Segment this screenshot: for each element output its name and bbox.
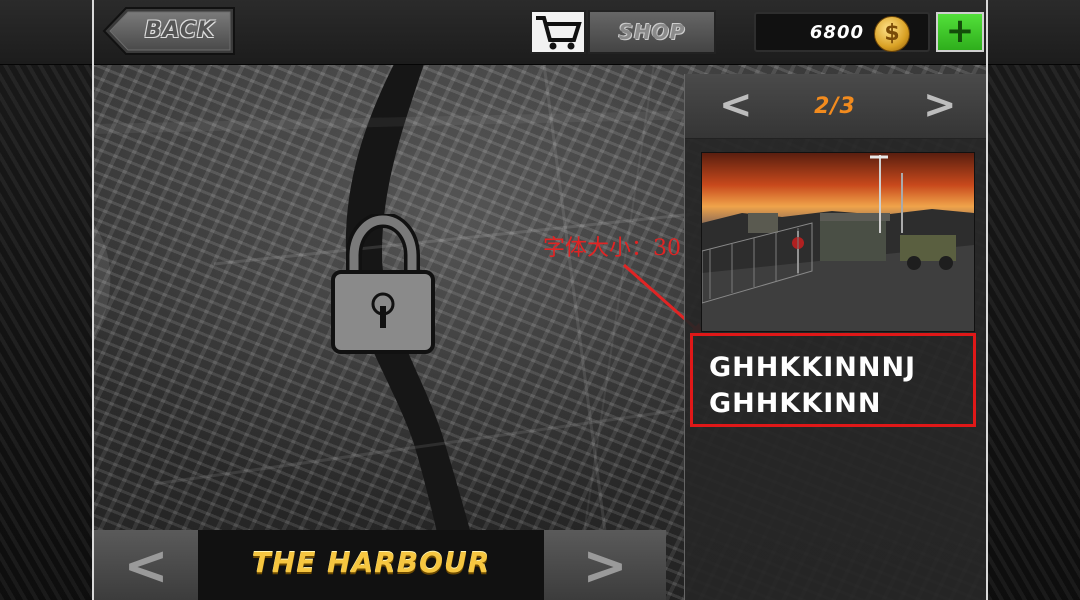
map-prev-button[interactable]: < [94, 530, 198, 600]
right-backdrop [988, 0, 1080, 600]
plus-icon: + [945, 11, 975, 51]
map-selector: < THE HARBOUR > [94, 530, 666, 600]
chevron-left-icon: < [123, 534, 169, 597]
coin-symbol: $ [884, 21, 900, 46]
shop-label: SHOP [618, 20, 686, 44]
top-bar: BACK SHOP 6800 $ + [0, 0, 1080, 65]
game-screen: 字体大小：30 < 2/3 > GHHKKINNNJ GHHKKINN < TH… [0, 0, 1080, 600]
description-line: GHHKKINN [709, 388, 882, 419]
shop-label-box: SHOP [588, 10, 716, 54]
add-coins-button[interactable]: + [936, 11, 984, 52]
back-label: BACK [144, 18, 216, 43]
coin-balance: 6800 $ [754, 12, 930, 52]
font-size-annotation: 字体大小：30 [543, 236, 681, 261]
page-indicator: 2/3 [814, 94, 856, 119]
left-backdrop [0, 0, 92, 600]
description-line: GHHKKINNNJ [709, 352, 917, 383]
coin-amount: 6800 [809, 22, 864, 43]
map-next-button[interactable]: > [544, 530, 666, 600]
back-button[interactable]: BACK [102, 6, 236, 56]
level-pager: < 2/3 > [685, 74, 987, 139]
frame-divider-right [986, 0, 988, 600]
shop-button[interactable]: SHOP [530, 10, 716, 54]
level-panel: < 2/3 > GHHKKINNNJ GHHKKINN [684, 74, 987, 600]
level-prev-button[interactable]: < [719, 82, 753, 128]
cart-icon [530, 10, 586, 54]
level-thumbnail[interactable] [701, 152, 975, 332]
level-next-button[interactable]: > [923, 82, 957, 128]
dollar-coin-icon: $ [874, 16, 910, 52]
lock-icon [330, 211, 436, 354]
map-name: THE HARBOUR [251, 546, 491, 579]
level-description: GHHKKINNNJ GHHKKINN [690, 333, 976, 427]
chevron-right-icon: > [582, 534, 628, 597]
map-name-bar: THE HARBOUR [198, 530, 544, 600]
frame-divider-left [92, 0, 94, 600]
